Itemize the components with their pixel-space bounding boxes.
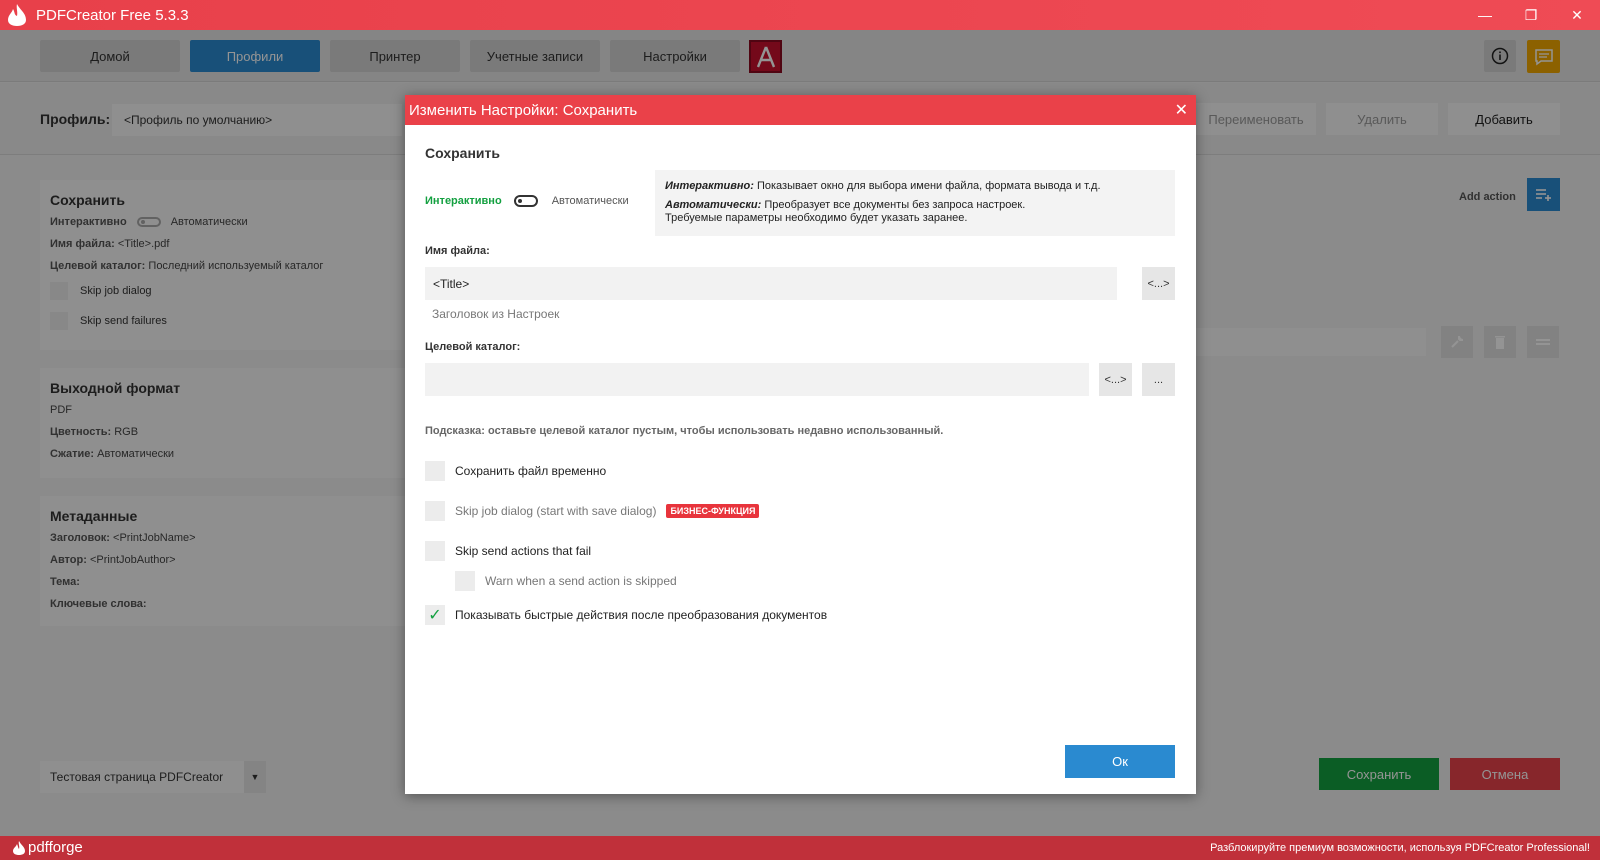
mode-interactive-option[interactable]: Интерактивно (425, 195, 502, 207)
filename-input[interactable]: <Title> (425, 267, 1117, 300)
skip-job-dialog-label: Skip job dialog (start with save dialog) (455, 504, 657, 518)
business-feature-badge: БИЗНЕС-ФУНКЦИЯ (666, 504, 760, 518)
info-auto-text2: Требуемые параметры необходимо будет ука… (665, 212, 968, 224)
mode-toggle-switch[interactable] (513, 195, 538, 207)
close-window-button[interactable]: ✕ (1554, 0, 1600, 30)
brand-text: pdfforge (28, 839, 83, 856)
info-interactive-label: Интерактивно: (665, 180, 754, 192)
save-temp-row[interactable]: Сохранить файл временно (425, 461, 606, 481)
dir-tip: Подсказка: оставьте целевой каталог пуст… (425, 425, 944, 437)
checkmark-icon[interactable]: ✓ (425, 605, 445, 625)
dir-token-button[interactable]: <...> (1099, 363, 1132, 396)
info-auto-label: Автоматически: (665, 199, 762, 211)
filename-field-label: Имя файла: (425, 245, 490, 257)
quick-actions-label: Показывать быстрые действия после преобр… (455, 608, 828, 622)
save-temp-checkbox[interactable] (425, 461, 445, 481)
quick-actions-row[interactable]: ✓ Показывать быстрые действия после прео… (425, 605, 827, 625)
skip-send-checkbox[interactable] (425, 541, 445, 561)
filename-hint: Заголовок из Настроек (432, 307, 560, 321)
dialog-title: Изменить Настройки: Сохранить (409, 101, 638, 119)
dialog-title-bar: Изменить Настройки: Сохранить ✕ (405, 95, 1196, 125)
save-temp-label: Сохранить файл временно (455, 464, 607, 478)
bottom-bar: pdfforge Разблокируйте премиум возможнос… (0, 836, 1600, 860)
mode-switch-row: Интерактивно Автоматически (425, 195, 629, 207)
title-bar: PDFCreator Free 5.3.3 — ❐ ✕ (0, 0, 1600, 30)
dialog-heading: Сохранить (425, 145, 500, 161)
dir-input[interactable] (425, 363, 1089, 396)
info-auto-text: Преобразует все документы без запроса на… (761, 199, 1026, 211)
pdfcreator-flame-icon (0, 0, 34, 30)
dir-browse-button[interactable]: ... (1142, 363, 1175, 396)
mode-info-box: Интерактивно: Показывает окно для выбора… (655, 170, 1175, 236)
edit-settings-dialog: Изменить Настройки: Сохранить ✕ Сохранит… (405, 95, 1196, 794)
dialog-close-icon[interactable]: ✕ (1175, 100, 1188, 120)
promo-link[interactable]: Разблокируйте премиум возможности, испол… (1210, 842, 1590, 854)
skip-send-row[interactable]: Skip send actions that fail (425, 541, 591, 561)
mode-auto-option[interactable]: Автоматически (552, 195, 629, 207)
ok-button[interactable]: Ок (1065, 745, 1175, 778)
warn-skip-checkbox[interactable] (455, 571, 475, 591)
pdfforge-logo[interactable]: pdfforge (12, 839, 83, 856)
warn-skip-label: Warn when a send action is skipped (485, 574, 677, 588)
maximize-button[interactable]: ❐ (1508, 0, 1554, 30)
skip-send-label: Skip send actions that fail (455, 544, 592, 558)
minimize-button[interactable]: — (1462, 0, 1508, 30)
filename-token-button[interactable]: <...> (1142, 267, 1175, 300)
warn-skip-row[interactable]: Warn when a send action is skipped (455, 571, 677, 591)
skip-job-dialog-checkbox[interactable] (425, 501, 445, 521)
app-title: PDFCreator Free 5.3.3 (36, 6, 189, 24)
info-interactive-text: Показывает окно для выбора имени файла, … (753, 180, 1101, 192)
dir-field-label: Целевой каталог: (425, 341, 521, 353)
skip-job-row[interactable]: Skip job dialog (start with save dialog)… (425, 501, 760, 521)
